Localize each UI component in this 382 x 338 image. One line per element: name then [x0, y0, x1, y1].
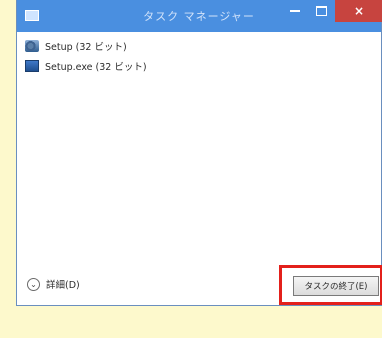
- end-task-button[interactable]: タスクの終了(E): [293, 276, 379, 296]
- list-item-label: Setup.exe (32 ビット): [45, 62, 147, 73]
- minimize-icon: [290, 10, 300, 12]
- chevron-down-icon: ⌄: [27, 277, 40, 291]
- list-item-label: Setup (32 ビット): [45, 42, 127, 53]
- close-icon: ×: [353, 4, 365, 18]
- title-bar[interactable]: タスク マネージャー ×: [17, 0, 382, 32]
- minimize-button[interactable]: [283, 0, 307, 22]
- process-list: Setup (32 ビット) Setup.exe (32 ビット): [17, 36, 381, 76]
- list-item-setup-exe[interactable]: Setup.exe (32 ビット): [17, 56, 381, 76]
- footer: ⌄ 詳細(D) タスクの終了(E): [17, 265, 382, 305]
- close-button[interactable]: ×: [335, 0, 382, 22]
- setup-icon: [25, 40, 39, 52]
- details-label: 詳細(D): [46, 280, 80, 291]
- exe-icon: [25, 60, 39, 72]
- list-item-setup[interactable]: Setup (32 ビット): [17, 36, 381, 56]
- task-manager-window: タスク マネージャー × Setup (32 ビット) Setup.exe (3…: [16, 0, 382, 306]
- maximize-icon: [315, 6, 327, 16]
- maximize-button[interactable]: [309, 0, 333, 22]
- details-toggle[interactable]: ⌄ 詳細(D): [27, 277, 80, 291]
